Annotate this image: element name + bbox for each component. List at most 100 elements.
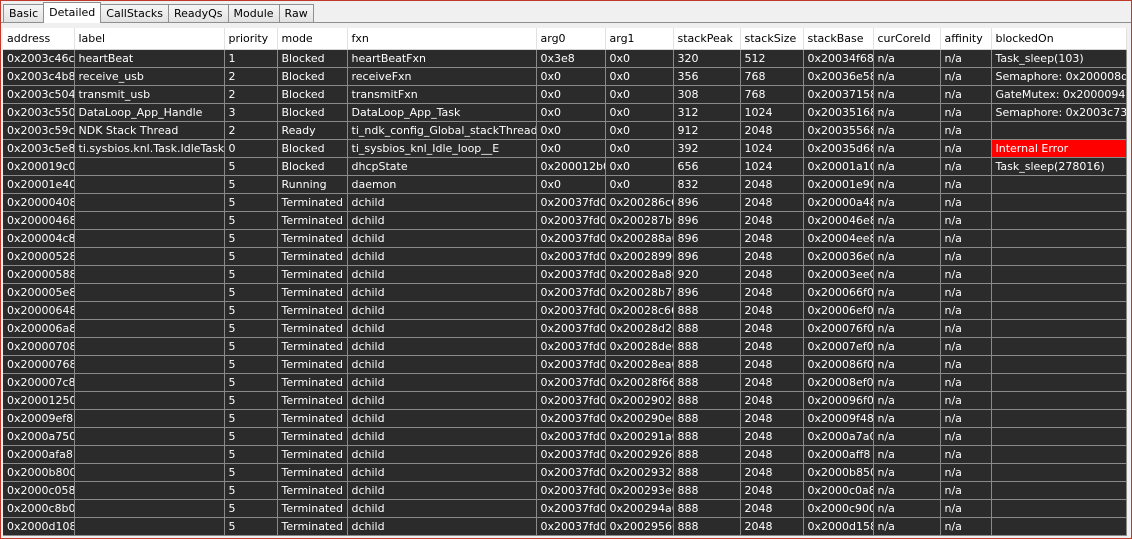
- cell-stackbase: 0x2000aff8: [803, 445, 874, 464]
- column-header-curcoreid[interactable]: curCoreId: [873, 28, 941, 50]
- column-header-affinity[interactable]: affinity: [940, 28, 992, 50]
- column-header-stackbase[interactable]: stackBase: [803, 28, 874, 50]
- cell-curcoreid: n/a: [873, 499, 941, 518]
- cell-stacksize: 2048: [740, 499, 804, 518]
- table-row[interactable]: 0x2000c058 5 Terminated dchild 0x20037fd0 0x2…: [3, 481, 1127, 500]
- table-row[interactable]: 0x20000408 5 Terminated dchild 0x20037fd0 0x2…: [3, 193, 1127, 212]
- cell-address: 0x20001250: [3, 391, 75, 410]
- table-row[interactable]: 0x2003c550 DataLoop_App_Handle 3 Blocked Dat…: [3, 103, 1127, 122]
- column-header-mode[interactable]: mode: [277, 28, 348, 50]
- cell-stacksize: 2048: [740, 247, 804, 266]
- cell-fxn: heartBeatFxn: [347, 49, 537, 68]
- tab-basic[interactable]: Basic: [3, 4, 45, 22]
- tab-raw[interactable]: Raw: [278, 4, 314, 22]
- cell-priority: 1: [224, 49, 278, 68]
- table-row[interactable]: 0x200004c8 5 Terminated dchild 0x20037fd0 0x2…: [3, 229, 1127, 248]
- table-row[interactable]: 0x20000768 5 Terminated dchild 0x20037fd0 0x2…: [3, 355, 1127, 374]
- column-header-label[interactable]: label: [74, 28, 225, 50]
- cell-arg0: 0x20037fd0: [536, 427, 606, 446]
- column-header-priority[interactable]: priority: [224, 28, 278, 50]
- cell-mode: Terminated: [277, 283, 348, 302]
- cell-address: 0x2000c058: [3, 481, 75, 500]
- cell-stacksize: 1024: [740, 103, 804, 122]
- cell-mode: Terminated: [277, 319, 348, 338]
- cell-address: 0x200004c8: [3, 229, 75, 248]
- column-header-address[interactable]: address: [3, 28, 75, 50]
- cell-stackpeak: 888: [673, 517, 741, 536]
- tab-callstacks[interactable]: CallStacks: [100, 4, 169, 22]
- cell-label: [74, 499, 225, 518]
- cell-label: [74, 265, 225, 284]
- cell-stackbase: 0x20007ef0: [803, 337, 874, 356]
- cell-label: NDK Stack Thread: [74, 121, 225, 140]
- cell-stacksize: 1024: [740, 139, 804, 158]
- table-row[interactable]: 0x20001e40 5 Running daemon 0x0 0x0 832 2048 0x2…: [3, 175, 1127, 194]
- cell-label: [74, 409, 225, 428]
- cell-stackbase: 0x20006ef0: [803, 301, 874, 320]
- table-row[interactable]: 0x200005e8 5 Terminated dchild 0x20037fd0 0x2…: [3, 283, 1127, 302]
- cell-fxn: ti_ndk_config_Global_stackThread: [347, 121, 537, 140]
- cell-stacksize: 2048: [740, 463, 804, 482]
- table-row[interactable]: 0x2000c8b0 5 Terminated dchild 0x20037fd0 0x2…: [3, 499, 1127, 518]
- task-table-container[interactable]: address label priority mode fxn arg0 arg…: [3, 28, 1127, 536]
- table-row[interactable]: 0x2000a750 5 Terminated dchild 0x20037fd0 0x2…: [3, 427, 1127, 446]
- table-row[interactable]: 0x200006a8 5 Terminated dchild 0x20037fd0 0x2…: [3, 319, 1127, 338]
- table-row[interactable]: 0x2000b800 5 Terminated dchild 0x20037fd0 0x2…: [3, 463, 1127, 482]
- cell-label: transmit_usb: [74, 85, 225, 104]
- column-header-arg0[interactable]: arg0: [536, 28, 606, 50]
- table-row[interactable]: 0x20000588 5 Terminated dchild 0x20037fd0 0x2…: [3, 265, 1127, 284]
- table-row[interactable]: 0x20009ef8 5 Terminated dchild 0x20037fd0 0x2…: [3, 409, 1127, 428]
- table-row[interactable]: 0x20000708 5 Terminated dchild 0x20037fd0 0x2…: [3, 337, 1127, 356]
- table-row[interactable]: 0x20000648 5 Terminated dchild 0x20037fd0 0x2…: [3, 301, 1127, 320]
- cell-arg0: 0x20037fd0: [536, 481, 606, 500]
- cell-mode: Ready: [277, 121, 348, 140]
- cell-stacksize: 2048: [740, 373, 804, 392]
- tab-detailed[interactable]: Detailed: [43, 2, 102, 23]
- header-row: address label priority mode fxn arg0 arg…: [3, 28, 1127, 50]
- cell-affinity: n/a: [940, 229, 992, 248]
- column-header-stacksize[interactable]: stackSize: [740, 28, 804, 50]
- cell-priority: 5: [224, 337, 278, 356]
- table-row[interactable]: 0x2003c46c heartBeat 1 Blocked heartBeatFxn 0…: [3, 49, 1127, 68]
- table-row[interactable]: 0x200007c8 5 Terminated dchild 0x20037fd0 0x2…: [3, 373, 1127, 392]
- table-row[interactable]: 0x20000468 5 Terminated dchild 0x20037fd0 0x2…: [3, 211, 1127, 230]
- table-row[interactable]: 0x2003c4b8 receive_usb 2 Blocked receiveFxn 0…: [3, 67, 1127, 86]
- table-row[interactable]: 0x2003c59c NDK Stack Thread 2 Ready ti_ndk_c…: [3, 121, 1127, 140]
- cell-stackpeak: 896: [673, 229, 741, 248]
- cell-stackpeak: 888: [673, 427, 741, 446]
- view-tab-bar: Basic Detailed CallStacks ReadyQs Module…: [1, 1, 1131, 23]
- cell-arg0: 0x0: [536, 139, 606, 158]
- column-header-arg1[interactable]: arg1: [605, 28, 674, 50]
- cell-stacksize: 768: [740, 67, 804, 86]
- cell-address: 0x2003c550: [3, 103, 75, 122]
- column-header-fxn[interactable]: fxn: [347, 28, 537, 50]
- table-row[interactable]: 0x2003c5e8 ti.sysbios.knl.Task.IdleTask 0 B…: [3, 139, 1127, 158]
- cell-label: [74, 517, 225, 536]
- cell-fxn: dchild: [347, 301, 537, 320]
- cell-stackpeak: 656: [673, 157, 741, 176]
- cell-mode: Terminated: [277, 211, 348, 230]
- table-row[interactable]: 0x20000528 5 Terminated dchild 0x20037fd0 0x2…: [3, 247, 1127, 266]
- tab-readyqs[interactable]: ReadyQs: [168, 4, 229, 22]
- table-row[interactable]: 0x2003c504 transmit_usb 2 Blocked transmitFx…: [3, 85, 1127, 104]
- cell-fxn: dchild: [347, 193, 537, 212]
- table-row[interactable]: 0x2000d108 5 Terminated dchild 0x20037fd0 0x2…: [3, 517, 1127, 536]
- cell-arg1: 0x20028c66: [605, 301, 674, 320]
- cell-curcoreid: n/a: [873, 517, 941, 536]
- cell-stackpeak: 896: [673, 211, 741, 230]
- table-body: 0x2003c46c heartBeat 1 Blocked heartBeatFxn 0…: [3, 49, 1127, 536]
- column-header-stackpeak[interactable]: stackPeak: [673, 28, 741, 50]
- cell-mode: Terminated: [277, 193, 348, 212]
- cell-blockedon: [991, 301, 1127, 320]
- cell-arg0: 0x0: [536, 85, 606, 104]
- cell-stackbase: 0x200046e8: [803, 211, 874, 230]
- table-row[interactable]: 0x2000afa8 5 Terminated dchild 0x20037fd0 0x2…: [3, 445, 1127, 464]
- cell-arg1: 0x200294a6: [605, 499, 674, 518]
- cell-priority: 5: [224, 319, 278, 338]
- cell-priority: 2: [224, 85, 278, 104]
- tab-module[interactable]: Module: [227, 4, 280, 22]
- table-row[interactable]: 0x20001250 5 Terminated dchild 0x20037fd0 0x2…: [3, 391, 1127, 410]
- table-row[interactable]: 0x200019c0 5 Blocked dhcpState 0x200012b0 0x0…: [3, 157, 1127, 176]
- column-header-blockedon[interactable]: blockedOn: [991, 28, 1127, 50]
- cell-priority: 5: [224, 247, 278, 266]
